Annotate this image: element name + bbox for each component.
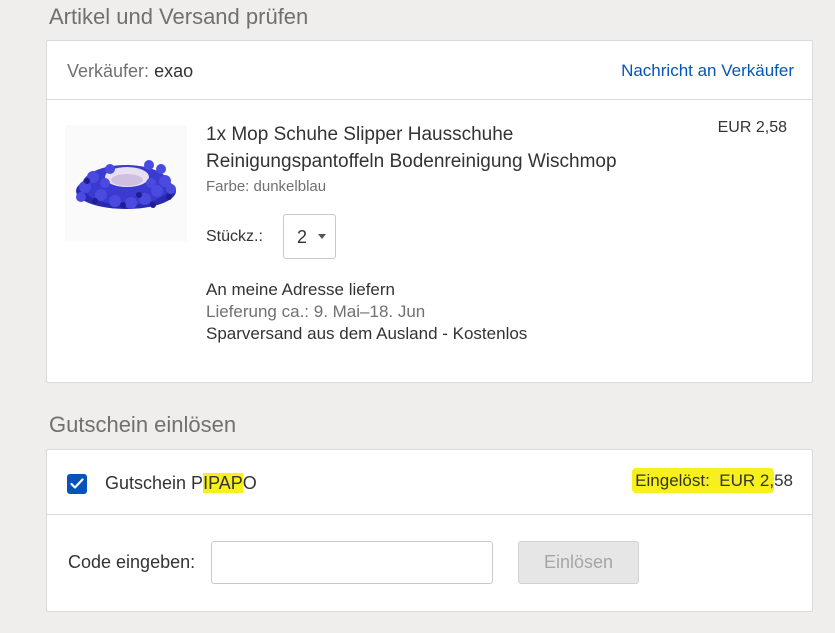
seller-name[interactable]: exao [154, 61, 193, 81]
coupon-suffix: O [242, 473, 257, 493]
checkmark-icon [70, 478, 84, 489]
item-shipping-card: Verkäufer: exao Nachricht an Verkäufer 1… [46, 40, 813, 383]
quantity-select[interactable]: 2 [283, 214, 336, 259]
shipping-method: Sparversand aus dem Ausland - Kostenlos [206, 324, 528, 343]
seller-info: Verkäufer: exao [67, 61, 193, 82]
seller-label: Verkäufer: [67, 61, 150, 81]
redeemed-highlight: Eingelöst: EUR 2, [632, 468, 775, 493]
divider [47, 99, 812, 100]
coupon-section-title: Gutschein einlösen [49, 412, 237, 437]
coupon-card: Gutschein PIPAPO Eingelöst: EUR 2,58 Cod… [46, 449, 813, 612]
item-title-line2: Reinigungspantoffeln Bodenreinigung Wisc… [206, 151, 617, 172]
shipping-destination: An meine Adresse liefern [206, 280, 395, 299]
redeemed-amount: Eingelöst: EUR 2,58 [632, 468, 793, 493]
divider [47, 514, 812, 515]
item-title[interactable]: 1x Mop Schuhe Slipper Hausschuhe Reinigu… [206, 121, 666, 175]
coupon-code-highlight: IPAP [203, 473, 243, 493]
code-input[interactable] [211, 541, 493, 584]
delivery-estimate: Lieferung ca.: 9. Mai–18. Jun [206, 302, 426, 321]
item-title-line1: 1x Mop Schuhe Slipper Hausschuhe [206, 124, 514, 145]
chevron-down-icon [318, 234, 326, 239]
coupon-checkbox[interactable] [67, 474, 87, 494]
item-variant: Farbe: dunkelblau [206, 178, 327, 195]
mop-slipper-image[interactable] [65, 125, 187, 241]
message-seller-link[interactable]: Nachricht an Verkäufer [621, 61, 794, 81]
review-section-title: Artikel und Versand prüfen [49, 4, 309, 29]
redeemed-suffix: 58 [774, 471, 793, 490]
quantity-label: Stückz.: [206, 228, 263, 245]
code-label: Code eingeben: [68, 552, 196, 572]
quantity-value: 2 [297, 227, 308, 247]
item-price: EUR 2,58 [717, 119, 787, 136]
coupon-prefix: Gutschein P [105, 473, 204, 493]
redeem-button[interactable]: Einlösen [518, 541, 639, 584]
coupon-name: Gutschein PIPAPO [105, 473, 257, 494]
